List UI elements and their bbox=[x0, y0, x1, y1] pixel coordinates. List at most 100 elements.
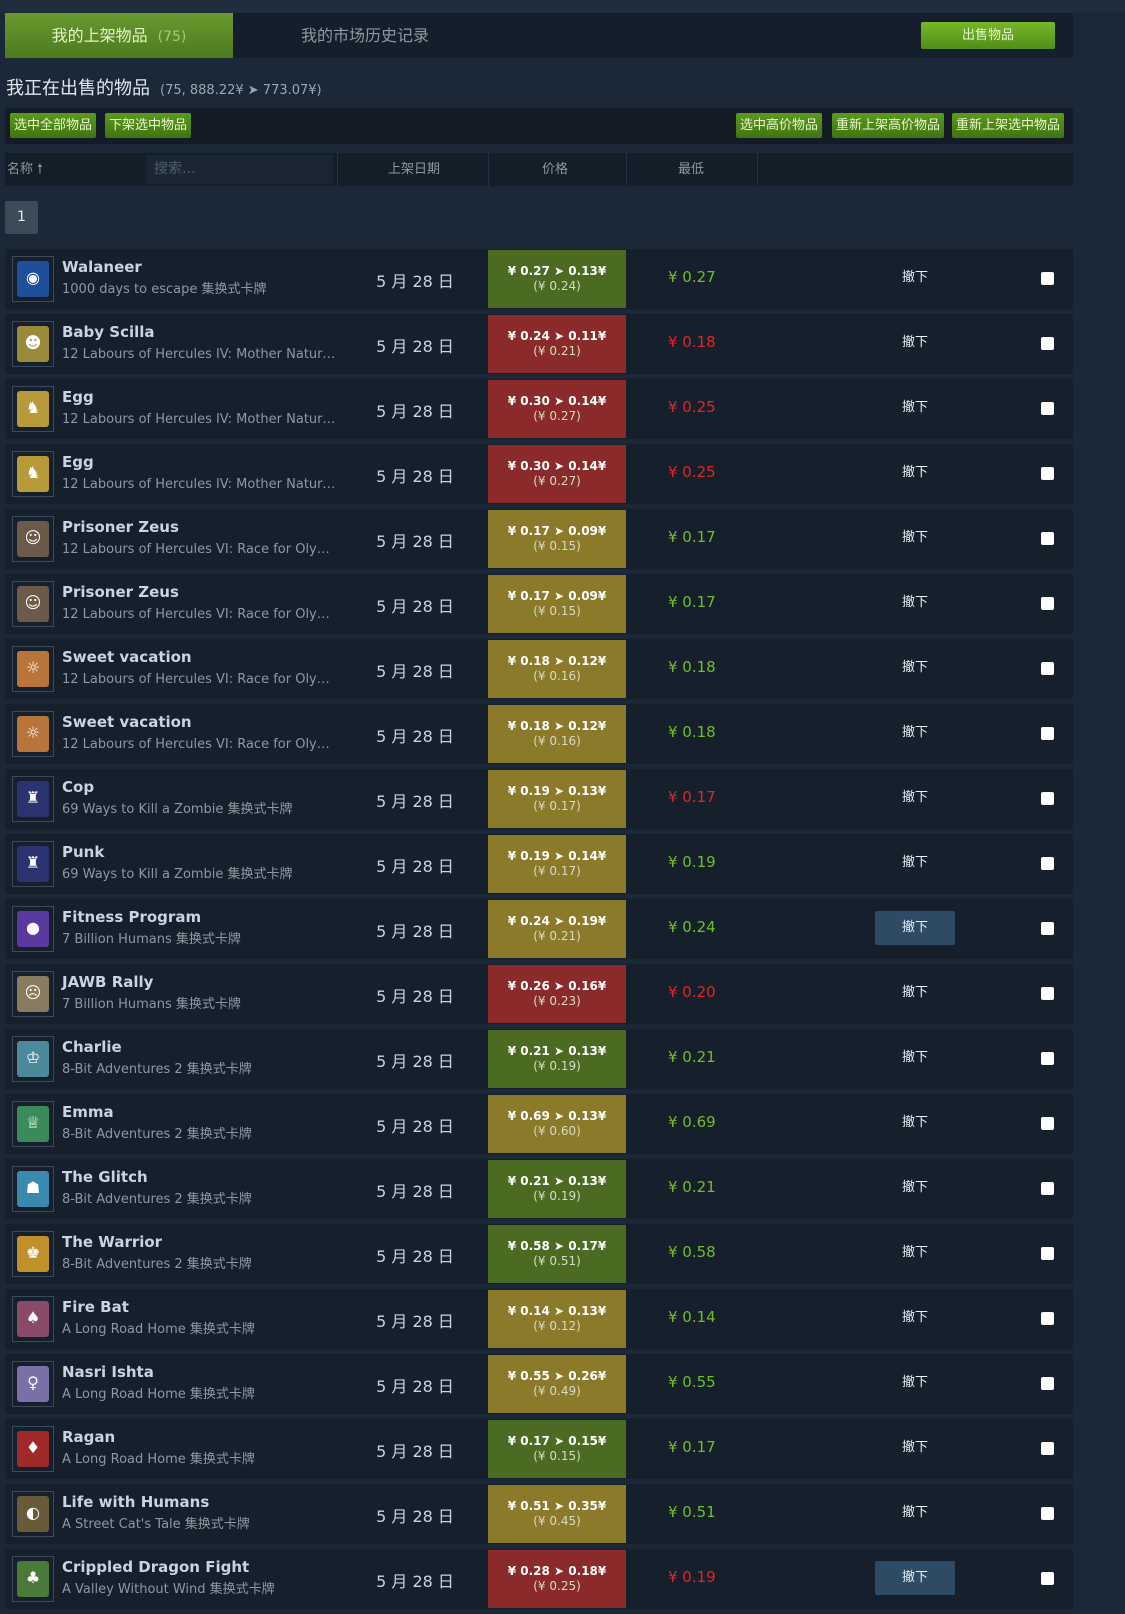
page-1-button[interactable]: 1 bbox=[5, 201, 38, 234]
item-thumbnail[interactable]: ☻ bbox=[12, 321, 54, 367]
tab-my-listings[interactable]: 我的上架物品 (75) bbox=[5, 13, 233, 58]
price-cell[interactable]: ¥ 0.24 ➤ 0.19¥ (¥ 0.21) bbox=[488, 900, 626, 958]
item-game[interactable]: 12 Labours of Hercules IV: Mother Nature… bbox=[62, 408, 337, 427]
row-checkbox[interactable] bbox=[1041, 272, 1054, 285]
remove-listing-button[interactable]: 撤下 bbox=[875, 391, 955, 425]
item-name[interactable]: Fitness Program bbox=[62, 908, 201, 926]
price-cell[interactable]: ¥ 0.21 ➤ 0.13¥ (¥ 0.19) bbox=[488, 1160, 626, 1218]
price-cell[interactable]: ¥ 0.21 ➤ 0.13¥ (¥ 0.19) bbox=[488, 1030, 626, 1088]
row-checkbox[interactable] bbox=[1041, 467, 1054, 480]
remove-listing-button[interactable]: 撤下 bbox=[875, 1561, 955, 1595]
row-checkbox[interactable] bbox=[1041, 1117, 1054, 1130]
row-checkbox[interactable] bbox=[1041, 402, 1054, 415]
item-game[interactable]: A Long Road Home 集换式卡牌 bbox=[62, 1448, 337, 1467]
remove-listing-button[interactable]: 撤下 bbox=[875, 1041, 955, 1075]
table-row[interactable]: ♕ Emma 8-Bit Adventures 2 集换式卡牌 5 月 28 日… bbox=[5, 1094, 1073, 1154]
item-thumbnail[interactable]: ☼ bbox=[12, 646, 54, 692]
item-game[interactable]: A Valley Without Wind 集换式卡牌 bbox=[62, 1578, 337, 1597]
remove-listing-button[interactable]: 撤下 bbox=[875, 586, 955, 620]
price-cell[interactable]: ¥ 0.51 ➤ 0.35¥ (¥ 0.45) bbox=[488, 1485, 626, 1543]
table-row[interactable]: ♠ Fire Bat A Long Road Home 集换式卡牌 5 月 28… bbox=[5, 1289, 1073, 1349]
relist-high-price-button[interactable]: 重新上架高价物品 bbox=[832, 113, 945, 138]
item-thumbnail[interactable]: ♜ bbox=[12, 776, 54, 822]
row-checkbox[interactable] bbox=[1041, 662, 1054, 675]
row-checkbox[interactable] bbox=[1041, 727, 1054, 740]
item-thumbnail[interactable]: ♞ bbox=[12, 386, 54, 432]
table-row[interactable]: ● Fitness Program 7 Billion Humans 集换式卡牌… bbox=[5, 899, 1073, 959]
item-thumbnail[interactable]: ♣ bbox=[12, 1556, 54, 1602]
tab-market-history[interactable]: 我的市场历史记录 bbox=[301, 13, 429, 58]
row-checkbox[interactable] bbox=[1041, 337, 1054, 350]
item-thumbnail[interactable]: ◐ bbox=[12, 1491, 54, 1537]
item-game[interactable]: 8-Bit Adventures 2 集换式卡牌 bbox=[62, 1253, 337, 1272]
item-name[interactable]: Prisoner Zeus bbox=[62, 583, 179, 601]
remove-listing-button[interactable]: 撤下 bbox=[875, 1366, 955, 1400]
table-row[interactable]: ♔ Charlie 8-Bit Adventures 2 集换式卡牌 5 月 2… bbox=[5, 1029, 1073, 1089]
delist-selected-button[interactable]: 下架选中物品 bbox=[105, 113, 192, 138]
table-row[interactable]: ◉ Walaneer 1000 days to escape 集换式卡牌 5 月… bbox=[5, 249, 1073, 309]
item-name[interactable]: Punk bbox=[62, 843, 104, 861]
select-high-price-button[interactable]: 选中高价物品 bbox=[736, 113, 823, 138]
select-all-button[interactable]: 选中全部物品 bbox=[10, 113, 97, 138]
price-cell[interactable]: ¥ 0.24 ➤ 0.11¥ (¥ 0.21) bbox=[488, 315, 626, 373]
item-game[interactable]: 12 Labours of Hercules VI: Race for Olym… bbox=[62, 538, 337, 557]
remove-listing-button[interactable]: 撤下 bbox=[875, 1431, 955, 1465]
table-row[interactable]: ☗ The Glitch 8-Bit Adventures 2 集换式卡牌 5 … bbox=[5, 1159, 1073, 1219]
item-game[interactable]: 12 Labours of Hercules VI: Race for Olym… bbox=[62, 733, 337, 752]
item-game[interactable]: 7 Billion Humans 集换式卡牌 bbox=[62, 993, 337, 1012]
price-cell[interactable]: ¥ 0.28 ➤ 0.18¥ (¥ 0.25) bbox=[488, 1550, 626, 1608]
item-name[interactable]: Sweet vacation bbox=[62, 713, 192, 731]
item-game[interactable]: 12 Labours of Hercules IV: Mother Nature… bbox=[62, 473, 337, 492]
item-name[interactable]: Cop bbox=[62, 778, 94, 796]
item-thumbnail[interactable]: ♦ bbox=[12, 1426, 54, 1472]
price-cell[interactable]: ¥ 0.18 ➤ 0.12¥ (¥ 0.16) bbox=[488, 705, 626, 763]
item-thumbnail[interactable]: ☺ bbox=[12, 581, 54, 627]
price-cell[interactable]: ¥ 0.30 ➤ 0.14¥ (¥ 0.27) bbox=[488, 380, 626, 438]
item-game[interactable]: A Long Road Home 集换式卡牌 bbox=[62, 1383, 337, 1402]
row-checkbox[interactable] bbox=[1041, 1182, 1054, 1195]
remove-listing-button[interactable]: 撤下 bbox=[875, 1236, 955, 1270]
price-cell[interactable]: ¥ 0.58 ➤ 0.17¥ (¥ 0.51) bbox=[488, 1225, 626, 1283]
remove-listing-button[interactable]: 撤下 bbox=[875, 976, 955, 1010]
price-cell[interactable]: ¥ 0.27 ➤ 0.13¥ (¥ 0.24) bbox=[488, 250, 626, 308]
search-input[interactable]: 搜索... bbox=[146, 155, 333, 184]
item-thumbnail[interactable]: ● bbox=[12, 906, 54, 952]
row-checkbox[interactable] bbox=[1041, 532, 1054, 545]
row-checkbox[interactable] bbox=[1041, 922, 1054, 935]
table-row[interactable]: ♚ The Warrior 8-Bit Adventures 2 集换式卡牌 5… bbox=[5, 1224, 1073, 1284]
item-thumbnail[interactable]: ♔ bbox=[12, 1036, 54, 1082]
item-game[interactable]: 8-Bit Adventures 2 集换式卡牌 bbox=[62, 1058, 337, 1077]
item-thumbnail[interactable]: ♞ bbox=[12, 451, 54, 497]
column-price[interactable]: 价格 bbox=[542, 153, 568, 186]
remove-listing-button[interactable]: 撤下 bbox=[875, 1301, 955, 1335]
column-date[interactable]: 上架日期 bbox=[388, 153, 440, 186]
item-game[interactable]: 12 Labours of Hercules IV: Mother Nature… bbox=[62, 343, 337, 362]
row-checkbox[interactable] bbox=[1041, 1377, 1054, 1390]
item-name[interactable]: Egg bbox=[62, 453, 94, 471]
row-checkbox[interactable] bbox=[1041, 1507, 1054, 1520]
item-thumbnail[interactable]: ♚ bbox=[12, 1231, 54, 1277]
item-name[interactable]: Prisoner Zeus bbox=[62, 518, 179, 536]
item-name[interactable]: Crippled Dragon Fight bbox=[62, 1558, 249, 1576]
item-name[interactable]: The Glitch bbox=[62, 1168, 148, 1186]
price-cell[interactable]: ¥ 0.17 ➤ 0.15¥ (¥ 0.15) bbox=[488, 1420, 626, 1478]
item-game[interactable]: 69 Ways to Kill a Zombie 集换式卡牌 bbox=[62, 798, 337, 817]
remove-listing-button[interactable]: 撤下 bbox=[875, 456, 955, 490]
row-checkbox[interactable] bbox=[1041, 857, 1054, 870]
row-checkbox[interactable] bbox=[1041, 1052, 1054, 1065]
item-game[interactable]: 8-Bit Adventures 2 集换式卡牌 bbox=[62, 1188, 337, 1207]
item-game[interactable]: 12 Labours of Hercules VI: Race for Olym… bbox=[62, 668, 337, 687]
item-name[interactable]: Baby Scilla bbox=[62, 323, 155, 341]
table-row[interactable]: ☺ Prisoner Zeus 12 Labours of Hercules V… bbox=[5, 509, 1073, 569]
item-name[interactable]: Life with Humans bbox=[62, 1493, 209, 1511]
remove-listing-button[interactable]: 撤下 bbox=[875, 716, 955, 750]
remove-listing-button[interactable]: 撤下 bbox=[875, 326, 955, 360]
table-row[interactable]: ♜ Cop 69 Ways to Kill a Zombie 集换式卡牌 5 月… bbox=[5, 769, 1073, 829]
item-thumbnail[interactable]: ☹ bbox=[12, 971, 54, 1017]
price-cell[interactable]: ¥ 0.17 ➤ 0.09¥ (¥ 0.15) bbox=[488, 510, 626, 568]
item-name[interactable]: Egg bbox=[62, 388, 94, 406]
remove-listing-button[interactable]: 撤下 bbox=[875, 261, 955, 295]
table-row[interactable]: ☺ Prisoner Zeus 12 Labours of Hercules V… bbox=[5, 574, 1073, 634]
item-thumbnail[interactable]: ☗ bbox=[12, 1166, 54, 1212]
price-cell[interactable]: ¥ 0.19 ➤ 0.14¥ (¥ 0.17) bbox=[488, 835, 626, 893]
